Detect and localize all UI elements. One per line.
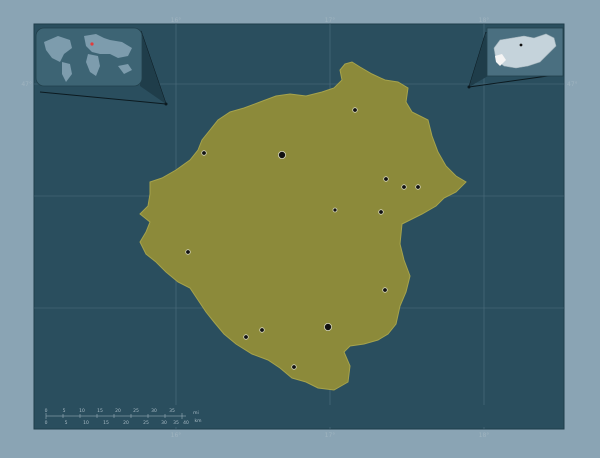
settlement-dot[interactable] <box>352 107 358 113</box>
tick-bottom-1: 16° <box>171 432 182 439</box>
svg-text:30: 30 <box>161 420 167 426</box>
settlement-dot[interactable] <box>401 184 407 190</box>
svg-text:0: 0 <box>45 408 48 414</box>
tick-top-3: 18° <box>479 17 490 24</box>
map-page: 16° 17° 18° 16° 17° 18° 47° 47° 0 5 10 1… <box>0 0 600 458</box>
svg-text:15: 15 <box>103 420 109 426</box>
svg-text:5: 5 <box>65 420 68 426</box>
svg-text:25: 25 <box>143 420 149 426</box>
tick-bottom-3: 18° <box>479 432 490 439</box>
svg-text:35: 35 <box>173 420 179 426</box>
map-canvas: 16° 17° 18° 16° 17° 18° 47° 47° 0 5 10 1… <box>0 0 600 458</box>
settlement-dot[interactable] <box>378 209 384 215</box>
settlement-dot[interactable] <box>259 327 265 333</box>
settlement-dot[interactable] <box>291 364 297 370</box>
svg-text:5: 5 <box>63 408 66 414</box>
settlement-dot[interactable] <box>201 150 207 156</box>
svg-text:km: km <box>195 418 202 424</box>
city-dot[interactable] <box>323 322 332 331</box>
svg-text:25: 25 <box>133 408 139 414</box>
svg-text:15: 15 <box>97 408 103 414</box>
svg-text:40: 40 <box>183 420 189 426</box>
svg-text:10: 10 <box>83 420 89 426</box>
svg-text:35: 35 <box>169 408 175 414</box>
tick-top-2: 17° <box>325 17 336 24</box>
tick-right-1: 47° <box>567 81 578 88</box>
svg-text:mi: mi <box>193 410 199 416</box>
city-dot[interactable] <box>277 150 286 159</box>
svg-text:10: 10 <box>79 408 85 414</box>
settlement-dot[interactable] <box>243 334 249 340</box>
settlement-dot[interactable] <box>185 249 191 255</box>
tick-left-1: 47° <box>21 81 32 88</box>
settlement-dot[interactable] <box>332 207 338 213</box>
svg-text:20: 20 <box>115 408 121 414</box>
svg-text:0: 0 <box>45 420 48 426</box>
settlement-dot[interactable] <box>382 287 388 293</box>
svg-text:20: 20 <box>123 420 129 426</box>
tick-bottom-2: 17° <box>325 432 336 439</box>
svg-text:30: 30 <box>151 408 157 414</box>
tick-top-1: 16° <box>171 17 182 24</box>
settlement-dot[interactable] <box>383 176 389 182</box>
scale-bar: 0 5 10 15 20 25 30 35 mi 0 5 10 15 20 25… <box>36 405 562 427</box>
inset-location-marker <box>90 42 94 46</box>
settlement-dot[interactable] <box>415 184 421 190</box>
